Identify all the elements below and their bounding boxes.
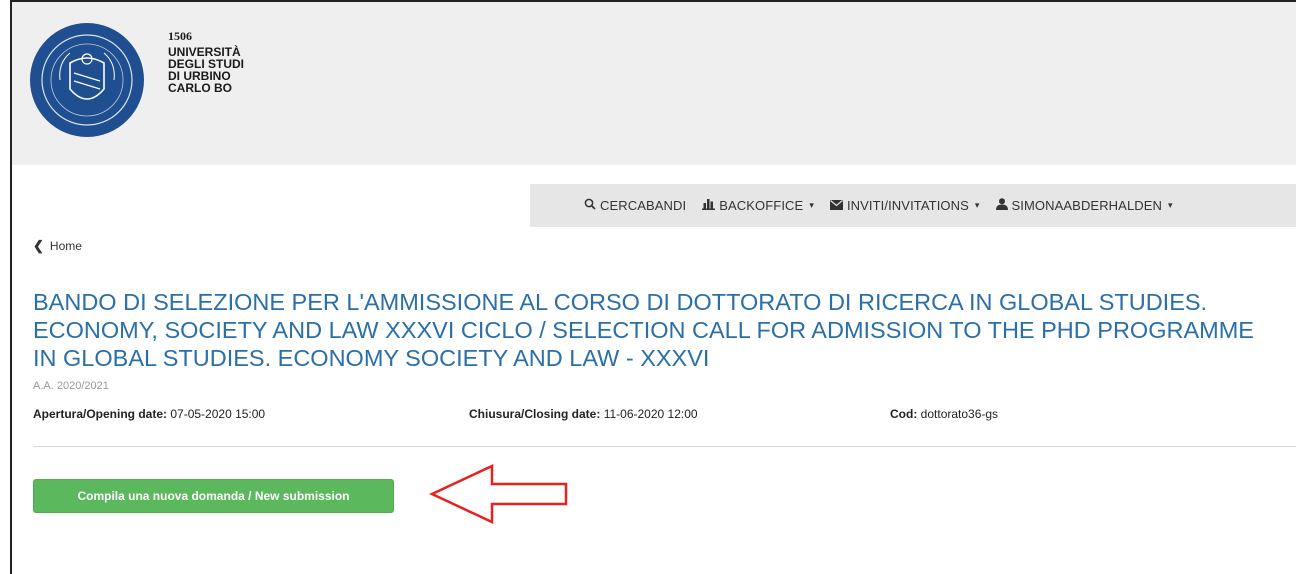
breadcrumb-home-link[interactable]: Home xyxy=(50,239,82,253)
call-code: Cod: dottorato36-gs xyxy=(890,407,998,421)
bar-chart-icon xyxy=(702,198,716,213)
call-code-label: Cod: xyxy=(890,407,918,421)
nav-item-backoffice-label: BACKOFFICE xyxy=(719,198,804,213)
nav-item-cercabandi[interactable]: CERCABANDI xyxy=(584,198,686,213)
university-seal-logo[interactable] xyxy=(30,23,144,137)
wordmark-line-4: CARLO BO xyxy=(168,81,232,95)
call-code-value: dottorato36-gs xyxy=(920,407,999,421)
left-arrow-annotation-icon xyxy=(429,464,568,524)
envelope-icon xyxy=(829,198,843,213)
closing-date-label: Chiusura/Closing date: xyxy=(469,407,601,421)
search-icon xyxy=(584,198,596,213)
nav-item-user-label: SIMONAABDERHALDEN xyxy=(1011,198,1163,213)
nav-item-backoffice[interactable]: BACKOFFICE ▾ xyxy=(702,198,814,213)
opening-date-value: 07-05-2020 15:00 xyxy=(170,407,266,421)
nav-item-invitations-label: INVITI/INVITATIONS xyxy=(846,198,969,213)
nav-item-user-menu[interactable]: SIMONAABDERHALDEN ▾ xyxy=(995,198,1173,213)
wordmark-year: 1506 xyxy=(168,29,192,43)
caret-down-icon: ▾ xyxy=(974,200,980,210)
caret-down-icon: ▾ xyxy=(1168,200,1173,210)
academic-year: A.A. 2020/2021 xyxy=(33,380,109,392)
nav-item-cercabandi-label: CERCABANDI xyxy=(600,198,687,213)
user-icon xyxy=(995,198,1008,213)
caret-down-icon: ▾ xyxy=(809,200,814,210)
divider xyxy=(33,446,1296,447)
call-title: BANDO DI SELEZIONE PER L'AMMISSIONE AL C… xyxy=(33,289,1254,371)
nav-item-invitations[interactable]: INVITI/INVITATIONS ▾ xyxy=(829,198,980,213)
chevron-left-icon: ❮ xyxy=(33,238,44,253)
university-wordmark: 1506 UNIVERSITÀ DEGLI STUDI DI URBINO CA… xyxy=(168,30,244,94)
opening-date: Apertura/Opening date: 07-05-2020 15:00 xyxy=(33,407,265,421)
closing-date: Chiusura/Closing date: 11-06-2020 12:00 xyxy=(469,407,698,421)
opening-date-label: Apertura/Opening date: xyxy=(33,407,168,421)
breadcrumb: ❮ Home xyxy=(33,238,82,254)
site-header: 1506 UNIVERSITÀ DEGLI STUDI DI URBINO CA… xyxy=(12,2,1296,165)
browser-frame: 1506 UNIVERSITÀ DEGLI STUDI DI URBINO CA… xyxy=(10,0,1296,574)
top-navbar: CERCABANDI BACKOFFICE ▾ INVITI/INVITATIO… xyxy=(530,184,1296,227)
new-submission-button[interactable]: Compila una nuova domanda / New submissi… xyxy=(33,479,394,513)
closing-date-value: 11-06-2020 12:00 xyxy=(603,407,698,421)
